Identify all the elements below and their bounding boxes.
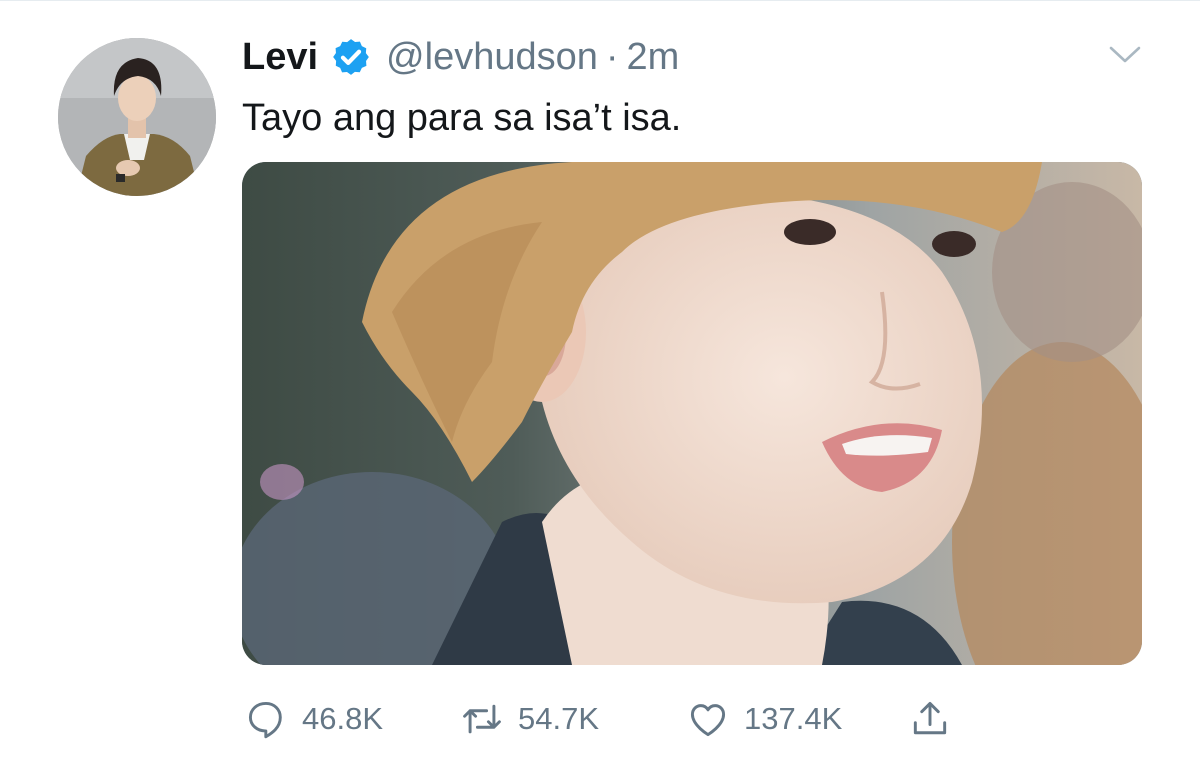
reply-icon	[248, 701, 282, 739]
author-name[interactable]: Levi	[242, 36, 318, 79]
share-button[interactable]	[908, 693, 952, 745]
retweet-button[interactable]: 54.7K	[460, 693, 599, 745]
like-button[interactable]: 137.4K	[686, 693, 842, 745]
chevron-down-icon[interactable]	[1108, 43, 1142, 67]
retweet-count: 54.7K	[518, 701, 600, 736]
avatar-image	[58, 38, 216, 196]
reply-count: 46.8K	[302, 701, 384, 736]
avatar[interactable]	[58, 38, 216, 196]
meta-separator: ·	[605, 35, 619, 78]
tweet-photo	[242, 162, 1142, 665]
tweet-card[interactable]: Levi @levhudson · 2m Tayo ang para sa is…	[0, 0, 1200, 772]
tweet-text: Tayo ang para sa isa’t isa.	[242, 97, 682, 139]
author-handle[interactable]: @levhudson	[386, 36, 598, 79]
heart-icon	[690, 704, 726, 737]
tweet-media[interactable]	[242, 162, 1142, 665]
share-icon	[913, 701, 947, 735]
tweet-timestamp[interactable]: 2m	[627, 36, 680, 79]
like-count: 137.4K	[744, 701, 843, 736]
verified-badge-icon	[330, 36, 372, 78]
retweet-icon	[463, 704, 501, 734]
tweet-actions: 46.8K 54.7K 137.4K	[244, 693, 964, 745]
reply-button[interactable]: 46.8K	[244, 693, 383, 745]
tweet-header: Levi @levhudson · 2m	[242, 31, 679, 83]
